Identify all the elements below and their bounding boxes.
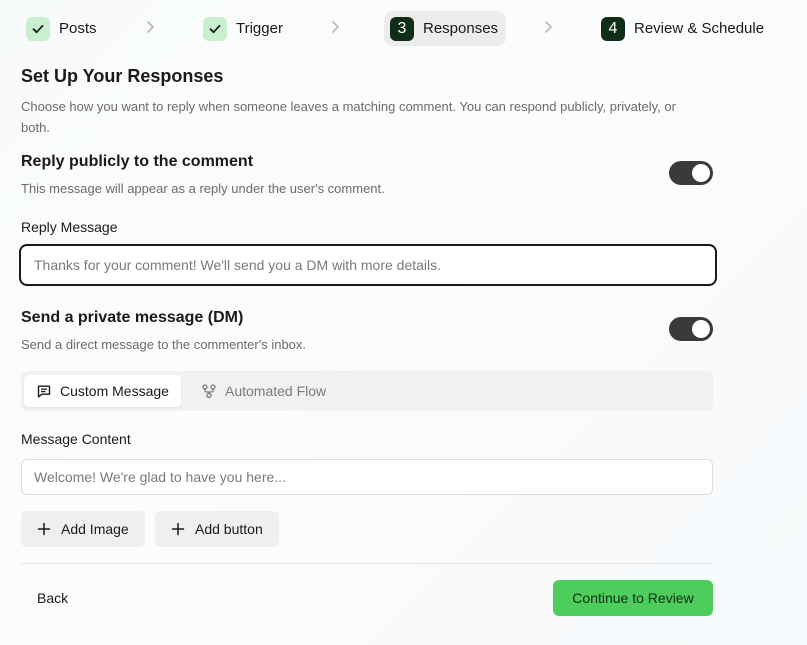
page-subtitle: Choose how you want to reply when someon… <box>21 99 676 135</box>
add-button-label: Add button <box>195 521 263 537</box>
step-number-badge: 4 <box>601 16 625 41</box>
reply-message-input[interactable] <box>19 244 717 286</box>
private-message-description: Send a direct message to the commenter's… <box>21 337 307 352</box>
add-image-label: Add Image <box>61 521 129 537</box>
back-button[interactable]: Back <box>21 581 84 615</box>
tab-label: Automated Flow <box>225 383 327 399</box>
chevron-right-icon <box>147 21 154 33</box>
dm-type-tabs: Custom Message Automated Flow <box>21 371 713 411</box>
step-number-badge: 3 <box>390 16 414 41</box>
public-reply-title: Reply publicly to the comment <box>21 153 254 170</box>
page-title: Set Up Your Responses <box>21 66 224 86</box>
toggle-knob <box>692 164 710 182</box>
step-label: Responses <box>423 20 499 37</box>
message-content-label: Message Content <box>21 431 131 447</box>
chevron-right-icon <box>332 21 339 33</box>
add-image-button[interactable]: Add Image <box>21 511 145 547</box>
tab-label: Custom Message <box>60 383 169 399</box>
step-label: Trigger <box>236 20 283 37</box>
tab-custom-message[interactable]: Custom Message <box>24 375 181 407</box>
add-button-button[interactable]: Add button <box>155 511 279 547</box>
message-content-input[interactable] <box>21 459 713 495</box>
public-reply-description: This message will appear as a reply unde… <box>21 181 385 196</box>
chevron-right-icon <box>545 21 552 33</box>
check-icon <box>203 16 227 41</box>
continue-to-review-button[interactable]: Continue to Review <box>553 580 713 616</box>
tab-automated-flow[interactable]: Automated Flow <box>189 375 338 407</box>
public-reply-toggle[interactable] <box>669 161 713 185</box>
private-message-title: Send a private message (DM) <box>21 309 244 326</box>
check-icon <box>26 16 50 41</box>
workflow-icon <box>202 384 216 399</box>
step-responses[interactable]: 3 Responses <box>384 11 507 46</box>
reply-message-label: Reply Message <box>21 219 118 235</box>
step-trigger[interactable]: Trigger <box>197 11 289 46</box>
message-square-icon <box>37 385 51 398</box>
step-label: Posts <box>59 20 97 37</box>
progress-stepper: Posts Trigger 3 Responses 4 Review & Sch… <box>20 10 790 46</box>
toggle-knob <box>692 320 710 338</box>
footer-divider <box>21 563 713 564</box>
plus-icon <box>37 522 51 536</box>
plus-icon <box>171 522 185 536</box>
private-message-toggle[interactable] <box>669 317 713 341</box>
step-label: Review & Schedule <box>634 20 765 37</box>
step-posts[interactable]: Posts <box>20 11 103 46</box>
step-review-schedule[interactable]: 4 Review & Schedule <box>595 11 770 46</box>
